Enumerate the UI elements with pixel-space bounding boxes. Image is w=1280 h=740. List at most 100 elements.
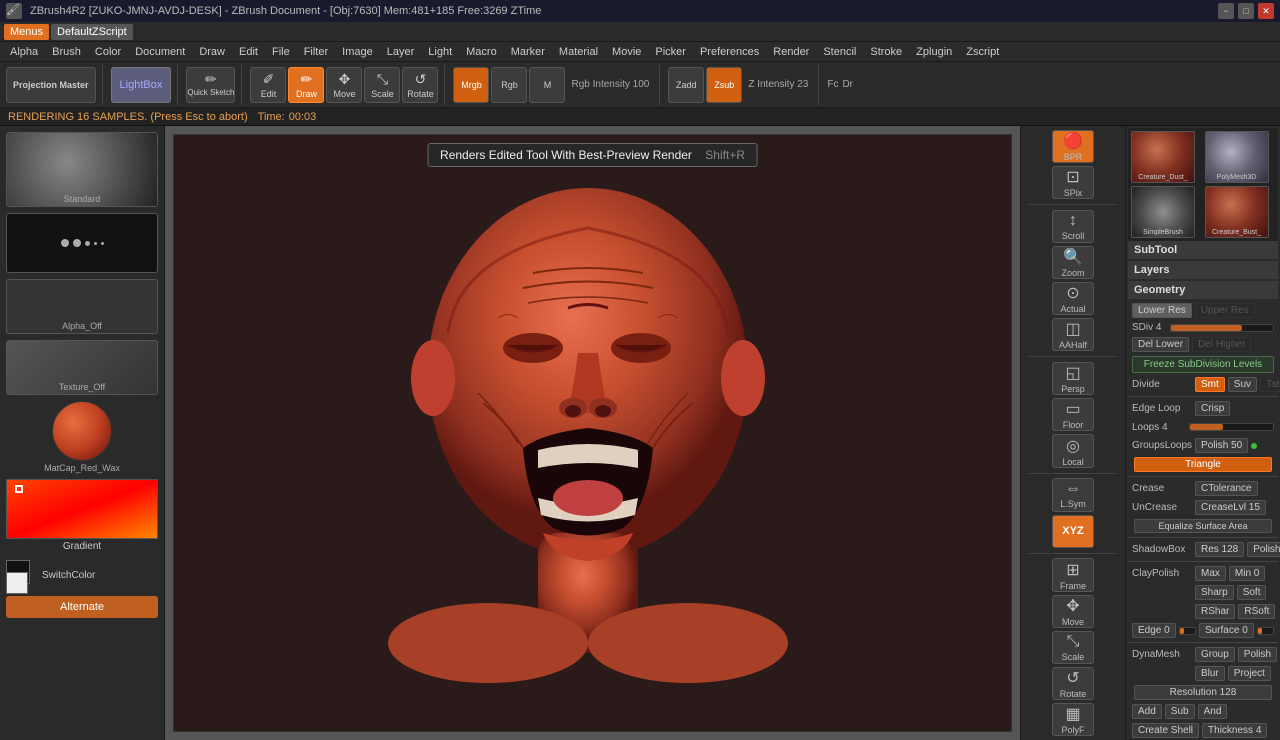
zsub-button[interactable]: Zsub <box>706 67 742 103</box>
preferences-menu[interactable]: Preferences <box>694 44 765 60</box>
persp-button[interactable]: ◱ Persp <box>1052 362 1094 395</box>
scale-tool-button[interactable]: ⤡ Scale <box>1052 631 1094 664</box>
subtool-thumb-2[interactable]: Creature_Bust_ <box>1205 186 1269 238</box>
edit-menu[interactable]: Edit <box>233 44 264 60</box>
color-picker[interactable]: Gradient <box>6 479 158 554</box>
texture-preview[interactable]: Texture_Off <box>6 340 158 395</box>
local-button[interactable]: ◎ Local <box>1052 434 1094 467</box>
render-menu[interactable]: Render <box>767 44 815 60</box>
color-gradient-square[interactable] <box>6 479 158 539</box>
resolution-button[interactable]: Resolution 128 <box>1134 685 1272 700</box>
zscript-menu[interactable]: Zscript <box>960 44 1005 60</box>
ctolerance-button[interactable]: CTolerance <box>1195 481 1258 496</box>
crisp-button[interactable]: Crisp <box>1195 401 1230 416</box>
brush-menu[interactable]: Brush <box>46 44 87 60</box>
subtool-thumb-1[interactable]: Creature_Dust_ <box>1131 131 1195 183</box>
document-menu[interactable]: Document <box>129 44 191 60</box>
floor-button[interactable]: ▭ Floor <box>1052 398 1094 431</box>
project-button[interactable]: Project <box>1228 666 1271 681</box>
del-higher-button[interactable]: Del Higher <box>1192 337 1251 352</box>
alpha-menu[interactable]: Alpha <box>4 44 44 60</box>
light-menu[interactable]: Light <box>422 44 458 60</box>
layer-menu[interactable]: Layer <box>381 44 421 60</box>
movie-menu[interactable]: Movie <box>606 44 647 60</box>
rotate-tool-button[interactable]: ↺ Rotate <box>1052 667 1094 700</box>
material-ball[interactable] <box>52 401 112 461</box>
upper-res-button[interactable]: Upper Res <box>1195 303 1255 318</box>
group-button[interactable]: Group <box>1195 647 1235 662</box>
edge-button[interactable]: Edge 0 <box>1132 623 1176 638</box>
add-button[interactable]: Add <box>1132 704 1162 719</box>
white-swatch[interactable] <box>6 572 28 594</box>
move-tool-button[interactable]: ✥ Move <box>1052 595 1094 628</box>
subtool-thumb-simplebrush[interactable]: SimpleBrush <box>1131 186 1195 238</box>
res128-button[interactable]: Res 128 <box>1195 542 1244 557</box>
maximize-button[interactable]: □ <box>1238 3 1254 19</box>
layers-header[interactable]: Layers <box>1128 261 1278 279</box>
geometry-header[interactable]: Geometry <box>1128 281 1278 299</box>
draw-menu[interactable]: Draw <box>193 44 231 60</box>
stroke-preview[interactable] <box>6 213 158 273</box>
marker-menu[interactable]: Marker <box>505 44 551 60</box>
material-menu[interactable]: Material <box>553 44 604 60</box>
stroke-menu[interactable]: Stroke <box>864 44 908 60</box>
surface-slider[interactable] <box>1257 627 1274 635</box>
alpha-preview[interactable]: Alpha_Off <box>6 279 158 334</box>
equalize-button[interactable]: Equalize Surface Area <box>1134 519 1272 533</box>
close-button[interactable]: ✕ <box>1258 3 1274 19</box>
subtool-header[interactable]: SubTool <box>1128 241 1278 259</box>
polyf-button[interactable]: ▦ PolyF <box>1052 703 1094 736</box>
creaselvl-button[interactable]: CreaseLvl 15 <box>1195 500 1266 515</box>
frame-button[interactable]: ⊞ Frame <box>1052 558 1094 591</box>
edit-button[interactable]: ✐ Edit <box>250 67 286 103</box>
subtool-thumb-polymesh[interactable]: PolyMesh3D <box>1205 131 1269 183</box>
lsym-button[interactable]: ⇔ L.Sym <box>1052 478 1094 511</box>
mrgb-button[interactable]: Mrgb <box>453 67 489 103</box>
projection-master-button[interactable]: Projection Master <box>6 67 96 103</box>
max-button[interactable]: Max <box>1195 566 1226 581</box>
suv-button[interactable]: Suv <box>1228 377 1257 392</box>
macro-menu[interactable]: Macro <box>460 44 503 60</box>
minimize-button[interactable]: − <box>1218 3 1234 19</box>
rsoft-button[interactable]: RSoft <box>1238 604 1275 619</box>
zoom-button[interactable]: 🔍 Zoom <box>1052 246 1094 279</box>
del-lower-button[interactable]: Del Lower <box>1132 337 1189 352</box>
polish10-button[interactable]: Polish 10 <box>1247 542 1280 557</box>
scale-button[interactable]: ⤡ Scale <box>364 67 400 103</box>
triangle-button[interactable]: Triangle <box>1134 457 1272 472</box>
blur-button[interactable]: Blur <box>1195 666 1225 681</box>
default-zscript-menu[interactable]: DefaultZScript <box>51 24 133 40</box>
table-button[interactable]: Table <box>1260 377 1280 392</box>
polish50-button[interactable]: Polish 50 <box>1195 438 1248 453</box>
draw-button[interactable]: ✏ Draw <box>288 67 324 103</box>
lightbox-button[interactable]: LightBox <box>111 67 172 103</box>
actual-button[interactable]: ⊙ Actual <box>1052 282 1094 315</box>
surface-button[interactable]: Surface 0 <box>1199 623 1254 638</box>
picker-menu[interactable]: Picker <box>649 44 692 60</box>
thickness-button[interactable]: Thickness 4 <box>1202 723 1267 738</box>
xyz-button[interactable]: XYZ <box>1052 515 1094 548</box>
freeze-button[interactable]: Freeze SubDivision Levels <box>1132 356 1274 373</box>
sdiv-slider[interactable] <box>1170 324 1274 332</box>
menus-menu[interactable]: Menus <box>4 24 49 40</box>
min0-button[interactable]: Min 0 <box>1229 566 1265 581</box>
scroll-button[interactable]: ↕ Scroll <box>1052 210 1094 243</box>
rotate-button[interactable]: ↺ Rotate <box>402 67 438 103</box>
sub-button[interactable]: Sub <box>1165 704 1195 719</box>
edge-slider[interactable] <box>1179 627 1196 635</box>
polish-dyn-button[interactable]: Polish <box>1238 647 1277 662</box>
image-menu[interactable]: Image <box>336 44 379 60</box>
m-button[interactable]: M <box>529 67 565 103</box>
move-button[interactable]: ✥ Move <box>326 67 362 103</box>
rshar-button[interactable]: RShar <box>1195 604 1235 619</box>
bpr-button[interactable]: 🔴 BPR <box>1052 130 1094 163</box>
alternate-button[interactable]: Alternate <box>6 596 158 618</box>
and-button[interactable]: And <box>1198 704 1228 719</box>
lower-res-button[interactable]: Lower Res <box>1132 303 1192 318</box>
zadd-button[interactable]: Zadd <box>668 67 704 103</box>
create-shell-button[interactable]: Create Shell <box>1132 723 1199 738</box>
spix-button[interactable]: ⊡ SPix <box>1052 166 1094 199</box>
rgb-button[interactable]: Rgb <box>491 67 527 103</box>
sharp-button[interactable]: Sharp <box>1195 585 1234 600</box>
swatches[interactable] <box>6 560 38 590</box>
